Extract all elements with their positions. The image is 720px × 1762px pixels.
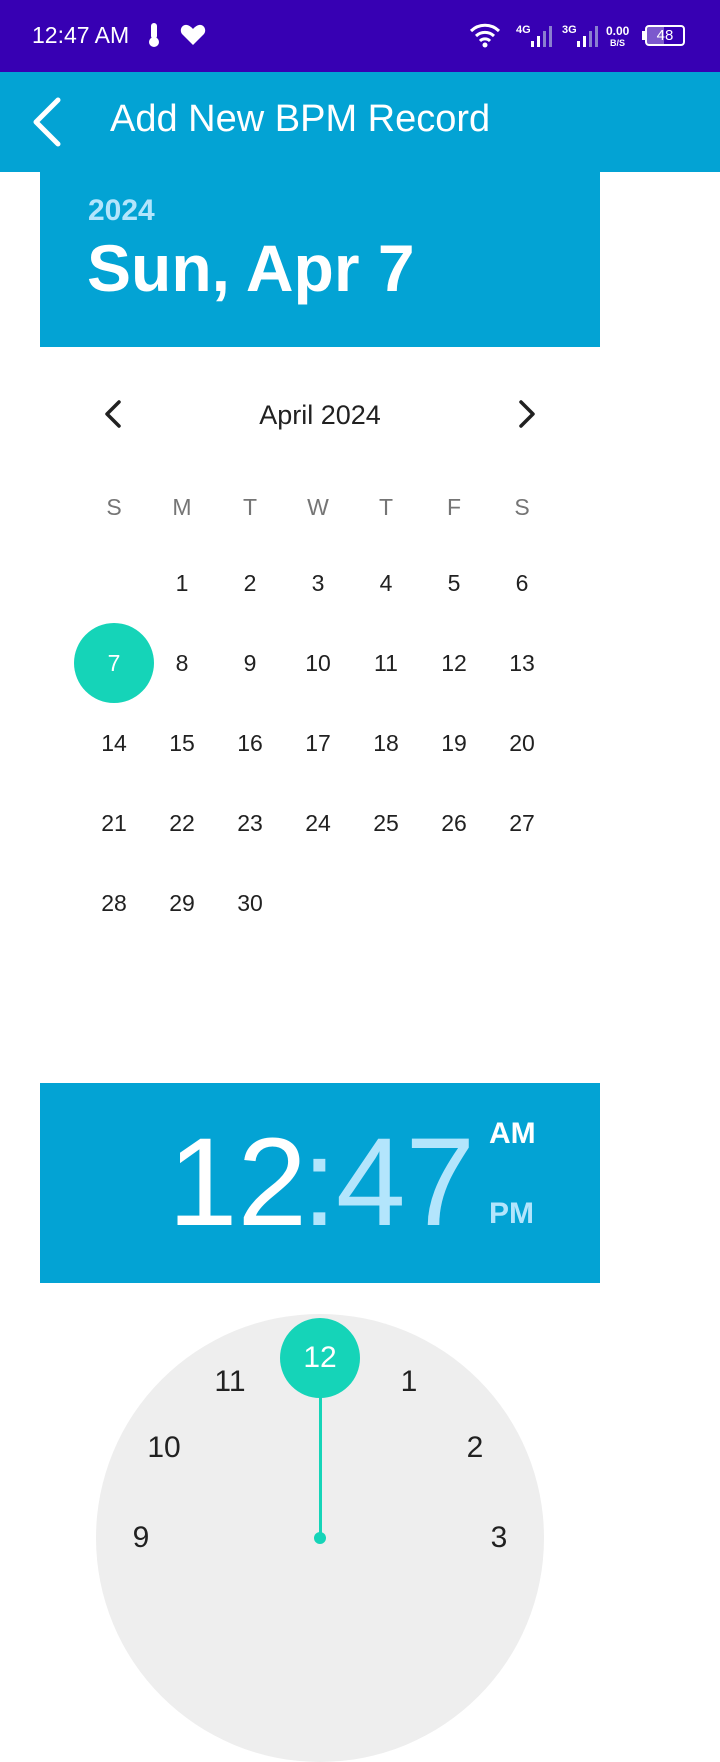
- calendar-day[interactable]: 11: [352, 648, 420, 678]
- weekday-label: T: [242, 494, 258, 520]
- clock-number-10[interactable]: 10: [134, 1428, 194, 1468]
- year-selector[interactable]: 2024: [88, 194, 155, 228]
- back-button[interactable]: [22, 94, 78, 150]
- calendar-day[interactable]: 10: [284, 648, 352, 678]
- calendar-day[interactable]: 21: [80, 808, 148, 838]
- network-speed-unit: B/S: [610, 38, 626, 48]
- calendar-day[interactable]: 18: [352, 728, 420, 758]
- thermometer-icon: [146, 22, 162, 53]
- calendar-day[interactable]: 1: [148, 568, 216, 598]
- calendar-day[interactable]: 16: [216, 728, 284, 758]
- calendar-day[interactable]: 5: [420, 568, 488, 598]
- app-bar: Add New BPM Record: [0, 72, 720, 172]
- hour-display[interactable]: 12: [168, 1118, 307, 1248]
- clock-number-1[interactable]: 1: [379, 1362, 439, 1402]
- calendar-day[interactable]: 4: [352, 568, 420, 598]
- calendar-day[interactable]: 24: [284, 808, 352, 838]
- status-bar: 12:47 AM 4G 3G 0.00 B/S 48: [0, 0, 720, 72]
- battery-icon: 48: [645, 25, 685, 46]
- calendar-day[interactable]: 29: [148, 888, 216, 918]
- calendar-day-selected[interactable]: 7: [80, 648, 148, 678]
- calendar-day[interactable]: 3: [284, 568, 352, 598]
- page-title: Add New BPM Record: [110, 98, 491, 140]
- minute-display[interactable]: 47: [336, 1118, 475, 1248]
- battery-level: 48: [656, 27, 674, 44]
- clock-number-9[interactable]: 9: [111, 1518, 171, 1558]
- clock-number-12[interactable]: 12: [290, 1338, 350, 1378]
- calendar-day[interactable]: 25: [352, 808, 420, 838]
- calendar-day[interactable]: 9: [216, 648, 284, 678]
- signal-icon: [530, 24, 554, 53]
- calendar-day[interactable]: 20: [488, 728, 556, 758]
- weekday-label: F: [446, 494, 462, 520]
- calendar-day[interactable]: 19: [420, 728, 488, 758]
- chevron-right-icon: [519, 400, 535, 428]
- next-month-button[interactable]: [506, 394, 546, 434]
- weekday-label: T: [378, 494, 394, 520]
- status-time: 12:47 AM: [32, 22, 130, 48]
- calendar-day[interactable]: 14: [80, 728, 148, 758]
- calendar-day[interactable]: 22: [148, 808, 216, 838]
- clock-number-3[interactable]: 3: [469, 1518, 529, 1558]
- calendar-day[interactable]: 6: [488, 568, 556, 598]
- am-toggle[interactable]: AM: [489, 1117, 536, 1151]
- time-separator: :: [302, 1113, 337, 1252]
- network-type-1: 4G: [516, 24, 531, 36]
- wifi-icon: [469, 22, 501, 53]
- clock-center-dot: [314, 1532, 326, 1544]
- network-speed-value: 0.00: [606, 24, 630, 38]
- signal-icon: [576, 24, 600, 53]
- calendar-day[interactable]: 2: [216, 568, 284, 598]
- calendar-day[interactable]: 23: [216, 808, 284, 838]
- calendar-day[interactable]: 15: [148, 728, 216, 758]
- weekday-label: M: [172, 494, 192, 520]
- weekday-label: W: [307, 494, 329, 520]
- selected-date-label[interactable]: Sun, Apr 7: [87, 230, 415, 306]
- calendar-day[interactable]: 8: [148, 648, 216, 678]
- clock-number-11[interactable]: 11: [200, 1362, 260, 1402]
- time-picker-header: 12 : 47 AM PM: [40, 1083, 600, 1283]
- calendar-day[interactable]: 26: [420, 808, 488, 838]
- back-arrow-icon: [33, 97, 61, 147]
- calendar-day[interactable]: 30: [216, 888, 284, 918]
- heart-icon: [180, 24, 206, 51]
- calendar-day[interactable]: 12: [420, 648, 488, 678]
- calendar-day[interactable]: 17: [284, 728, 352, 758]
- weekday-label: S: [106, 494, 122, 520]
- calendar-day[interactable]: 28: [80, 888, 148, 918]
- weekday-label: S: [514, 494, 530, 520]
- pm-toggle[interactable]: PM: [489, 1197, 534, 1231]
- date-picker-header: 2024 Sun, Apr 7: [40, 172, 600, 347]
- clock-number-2[interactable]: 2: [445, 1428, 505, 1468]
- calendar-day[interactable]: 27: [488, 808, 556, 838]
- month-navigation: April 2024: [40, 380, 600, 450]
- network-type-2: 3G: [562, 24, 577, 36]
- calendar-day[interactable]: 13: [488, 648, 556, 678]
